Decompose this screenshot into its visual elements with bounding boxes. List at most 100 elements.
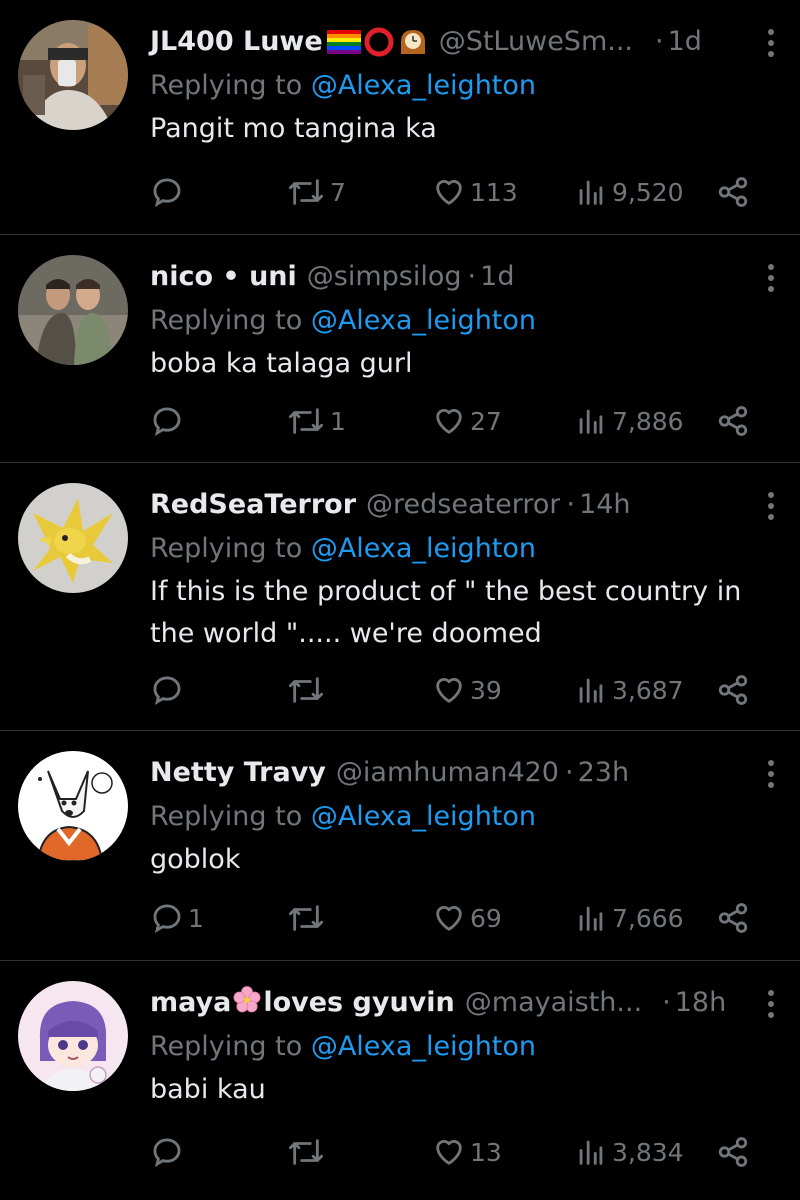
user-handle[interactable]: @StLuweSm...	[439, 22, 633, 62]
like-count: 69	[470, 903, 502, 933]
replying-to-label: Replying to	[150, 305, 303, 336]
view-count: 7,666	[612, 903, 684, 933]
retweet-button[interactable]	[286, 673, 330, 707]
user-handle[interactable]: @iamhuman420	[336, 753, 559, 793]
timestamp[interactable]: 18h	[675, 983, 726, 1023]
like-button[interactable]: 39	[432, 673, 502, 707]
cherry-blossom-icon	[233, 986, 261, 1013]
tweet[interactable]: maya loves gyuvin @mayaisth... · 18h Repl…	[0, 961, 800, 1200]
mention-link[interactable]: @Alexa_leighton	[311, 801, 536, 832]
display-name[interactable]: RedSeaTerror	[150, 485, 356, 525]
tweet[interactable]: Netty Travy @iamhuman420 · 23h Replying …	[0, 731, 800, 961]
more-options-icon[interactable]	[766, 989, 776, 1019]
reply-button[interactable]	[150, 404, 188, 438]
timestamp[interactable]: 14h	[579, 485, 630, 525]
action-bar: 1 69 7,666	[150, 893, 780, 943]
avatar-photo	[18, 751, 128, 861]
heart-icon	[436, 1140, 462, 1165]
timestamp[interactable]: 23h	[578, 753, 629, 793]
views-icon	[579, 409, 603, 434]
view-count: 3,687	[612, 675, 684, 705]
tweet[interactable]: JL400 Luwe @StLuweSm... · 1d Replying to…	[0, 0, 800, 235]
like-button[interactable]: 27	[432, 404, 502, 438]
tweet[interactable]: RedSeaTerror @redseaterror · 14h Replyin…	[0, 463, 800, 731]
avatar[interactable]	[18, 483, 128, 593]
views-button[interactable]: 3,834	[574, 1135, 684, 1169]
avatar[interactable]	[18, 751, 128, 861]
avatar-photo	[18, 255, 128, 365]
view-count: 9,520	[612, 177, 684, 207]
heart-icon	[436, 906, 462, 931]
action-bar: 7 113 9,520	[150, 167, 780, 217]
replying-to: Replying to @Alexa_leighton	[150, 66, 780, 106]
share-icon	[718, 177, 748, 207]
mention-link[interactable]: @Alexa_leighton	[311, 533, 536, 564]
more-options-icon[interactable]	[766, 759, 776, 789]
timestamp[interactable]: 1d	[480, 257, 514, 297]
display-name[interactable]: maya loves gyuvin	[150, 983, 455, 1023]
action-bar: 1 27 7,886	[150, 396, 780, 446]
more-options-icon[interactable]	[766, 28, 776, 58]
avatar[interactable]	[18, 20, 128, 130]
share-button[interactable]	[716, 175, 750, 209]
replying-to: Replying to @Alexa_leighton	[150, 797, 780, 837]
like-button[interactable]: 113	[432, 175, 518, 209]
share-icon	[718, 903, 748, 933]
replying-to-label: Replying to	[150, 533, 303, 564]
like-count: 113	[470, 177, 518, 207]
views-button[interactable]: 7,886	[574, 404, 684, 438]
mention-link[interactable]: @Alexa_leighton	[311, 70, 536, 101]
tweet-text: babi kau	[150, 1074, 266, 1105]
like-count: 39	[470, 675, 502, 705]
share-button[interactable]	[716, 404, 750, 438]
share-icon	[718, 406, 748, 436]
user-handle[interactable]: @redseaterror	[366, 485, 560, 525]
avatar-photo	[18, 483, 128, 593]
views-icon	[579, 1140, 603, 1165]
retweet-button[interactable]	[286, 1135, 330, 1169]
like-button[interactable]: 13	[432, 1135, 502, 1169]
avatar[interactable]	[18, 981, 128, 1091]
user-handle[interactable]: @mayaisth...	[465, 983, 642, 1023]
views-button[interactable]: 7,666	[574, 901, 684, 935]
reply-button[interactable]	[150, 673, 188, 707]
mention-link[interactable]: @Alexa_leighton	[311, 1031, 536, 1062]
reply-button[interactable]	[150, 175, 188, 209]
like-button[interactable]: 69	[432, 901, 502, 935]
user-handle[interactable]: @simpsilog	[307, 257, 462, 297]
more-options-icon[interactable]	[766, 491, 776, 521]
avatar-photo	[18, 981, 128, 1091]
separator-dot: ·	[566, 489, 576, 520]
reply-icon	[153, 676, 181, 705]
tweet-text: boba ka talaga gurl	[150, 348, 413, 379]
timestamp[interactable]: 1d	[668, 22, 702, 62]
separator-dot: ·	[565, 757, 574, 788]
more-options-icon[interactable]	[766, 263, 776, 293]
share-button[interactable]	[716, 673, 750, 707]
reply-button[interactable]: 1	[150, 901, 204, 935]
views-button[interactable]: 3,687	[574, 673, 684, 707]
share-button[interactable]	[716, 1135, 750, 1169]
share-button[interactable]	[716, 901, 750, 935]
avatar[interactable]	[18, 255, 128, 365]
action-bar: 39 3,687	[150, 665, 780, 715]
share-icon	[718, 1137, 748, 1167]
retweet-icon	[289, 1139, 324, 1165]
retweet-button[interactable]: 1	[286, 404, 346, 438]
display-name[interactable]: nico • uni	[150, 257, 297, 297]
replying-to-label: Replying to	[150, 1031, 303, 1062]
display-name[interactable]: JL400 Luwe	[150, 22, 323, 62]
like-count: 13	[470, 1137, 502, 1167]
reply-button[interactable]	[150, 1135, 188, 1169]
rainbow-flag-icon	[326, 30, 361, 54]
retweet-count: 1	[330, 406, 346, 436]
view-count: 3,834	[612, 1137, 684, 1167]
replying-to: Replying to @Alexa_leighton	[150, 1027, 780, 1067]
reply-feed: JL400 Luwe @StLuweSm... · 1d Replying to…	[0, 0, 800, 1200]
views-button[interactable]: 9,520	[574, 175, 684, 209]
tweet[interactable]: nico • uni @simpsilog · 1d Replying to @…	[0, 235, 800, 463]
retweet-button[interactable]	[286, 901, 330, 935]
retweet-button[interactable]: 7	[286, 175, 346, 209]
display-name[interactable]: Netty Travy	[150, 753, 326, 793]
mention-link[interactable]: @Alexa_leighton	[311, 305, 536, 336]
